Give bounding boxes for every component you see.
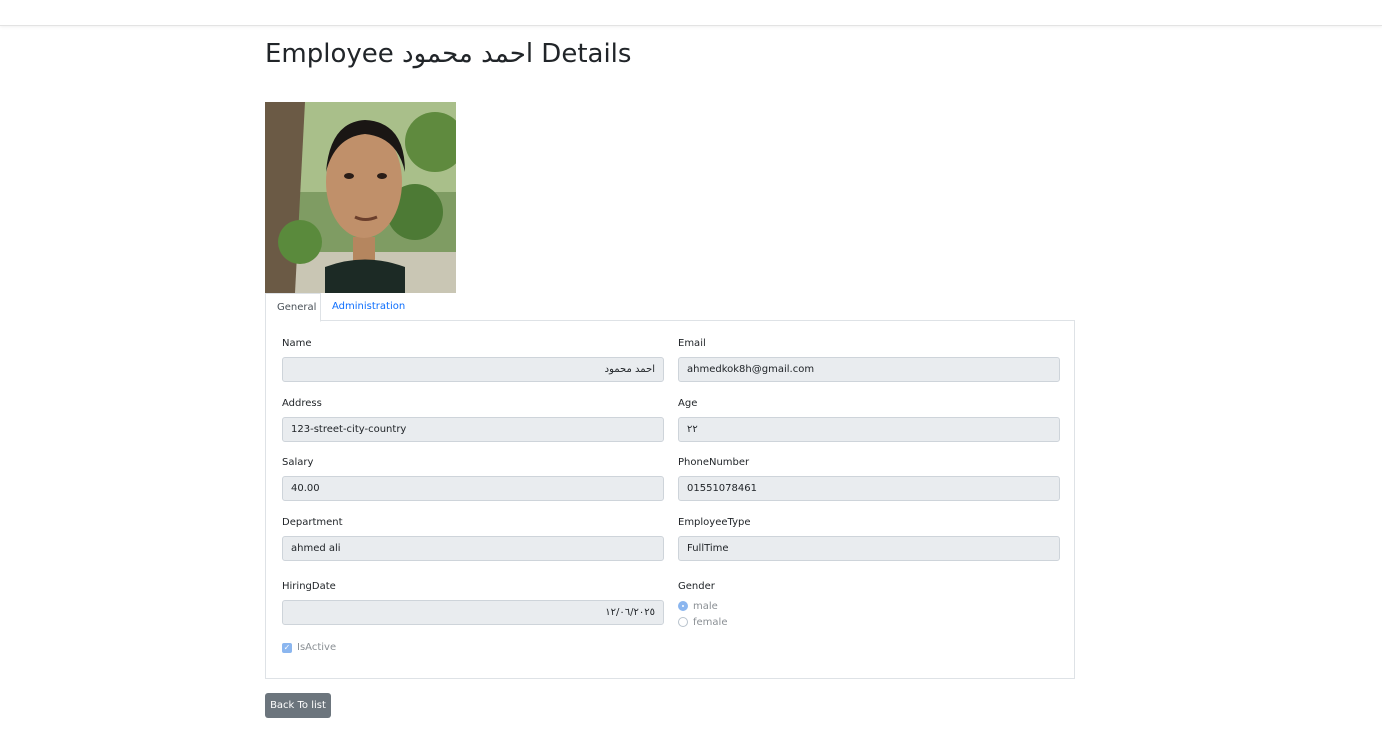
address-label: Address [282, 398, 322, 409]
department-select[interactable]: ahmed ali [282, 536, 664, 561]
email-field-group: Email ahmedkok8h@gmail.com [678, 337, 1060, 382]
tab-administration[interactable]: Administration [321, 293, 416, 321]
department-field-group: Department ahmed ali [282, 516, 664, 561]
hiring-date-input[interactable]: ١٢/٠٦/٢٠٢٥ [282, 600, 664, 625]
tab-general[interactable]: General [265, 293, 321, 322]
tab-bar: General Administration [265, 293, 1075, 322]
gender-label: Gender [678, 581, 715, 592]
phone-label: PhoneNumber [678, 457, 750, 468]
hiring-date-label: HiringDate [282, 581, 336, 592]
name-input[interactable]: احمد محمود [282, 357, 664, 382]
male-label: male [693, 600, 718, 612]
phone-field-group: PhoneNumber 01551078461 [678, 456, 1060, 501]
general-tab-panel: Name احمد محمود Email ahmedkok8h@gmail.c… [265, 320, 1075, 679]
female-label: female [693, 616, 728, 628]
address-field-group: Address 123-street-city-country [282, 397, 664, 442]
age-field-group: Age ٢٢ [678, 397, 1060, 442]
employee-type-field-group: EmployeeType FullTime [678, 516, 1060, 561]
employee-type-label: EmployeeType [678, 517, 751, 528]
salary-field-group: Salary 40.00 [282, 456, 664, 501]
employee-photo [265, 102, 456, 293]
page-title: Employee احمد محمود Details [265, 39, 632, 69]
address-input[interactable]: 123-street-city-country [282, 417, 664, 442]
email-label: Email [678, 338, 706, 349]
name-label: Name [282, 338, 312, 349]
top-navbar [0, 0, 1382, 26]
gender-option-male[interactable]: male [678, 598, 1060, 614]
salary-input[interactable]: 40.00 [282, 476, 664, 501]
department-label: Department [282, 517, 343, 528]
female-radio[interactable] [678, 617, 688, 627]
gender-field-group: Gender male female [678, 580, 1060, 630]
age-input[interactable]: ٢٢ [678, 417, 1060, 442]
is-active-group: ✓ IsActive [282, 642, 336, 653]
phone-input[interactable]: 01551078461 [678, 476, 1060, 501]
salary-label: Salary [282, 457, 314, 468]
back-to-list-button[interactable]: Back To list [265, 693, 331, 718]
gender-option-female[interactable]: female [678, 614, 1060, 630]
is-active-checkbox[interactable]: ✓ [282, 642, 292, 653]
male-radio[interactable] [678, 601, 688, 611]
employee-type-select[interactable]: FullTime [678, 536, 1060, 561]
email-input[interactable]: ahmedkok8h@gmail.com [678, 357, 1060, 382]
is-active-label: IsActive [297, 642, 337, 653]
name-field-group: Name احمد محمود [282, 337, 664, 382]
hiring-date-field-group: HiringDate ١٢/٠٦/٢٠٢٥ [282, 580, 664, 625]
age-label: Age [678, 398, 698, 409]
